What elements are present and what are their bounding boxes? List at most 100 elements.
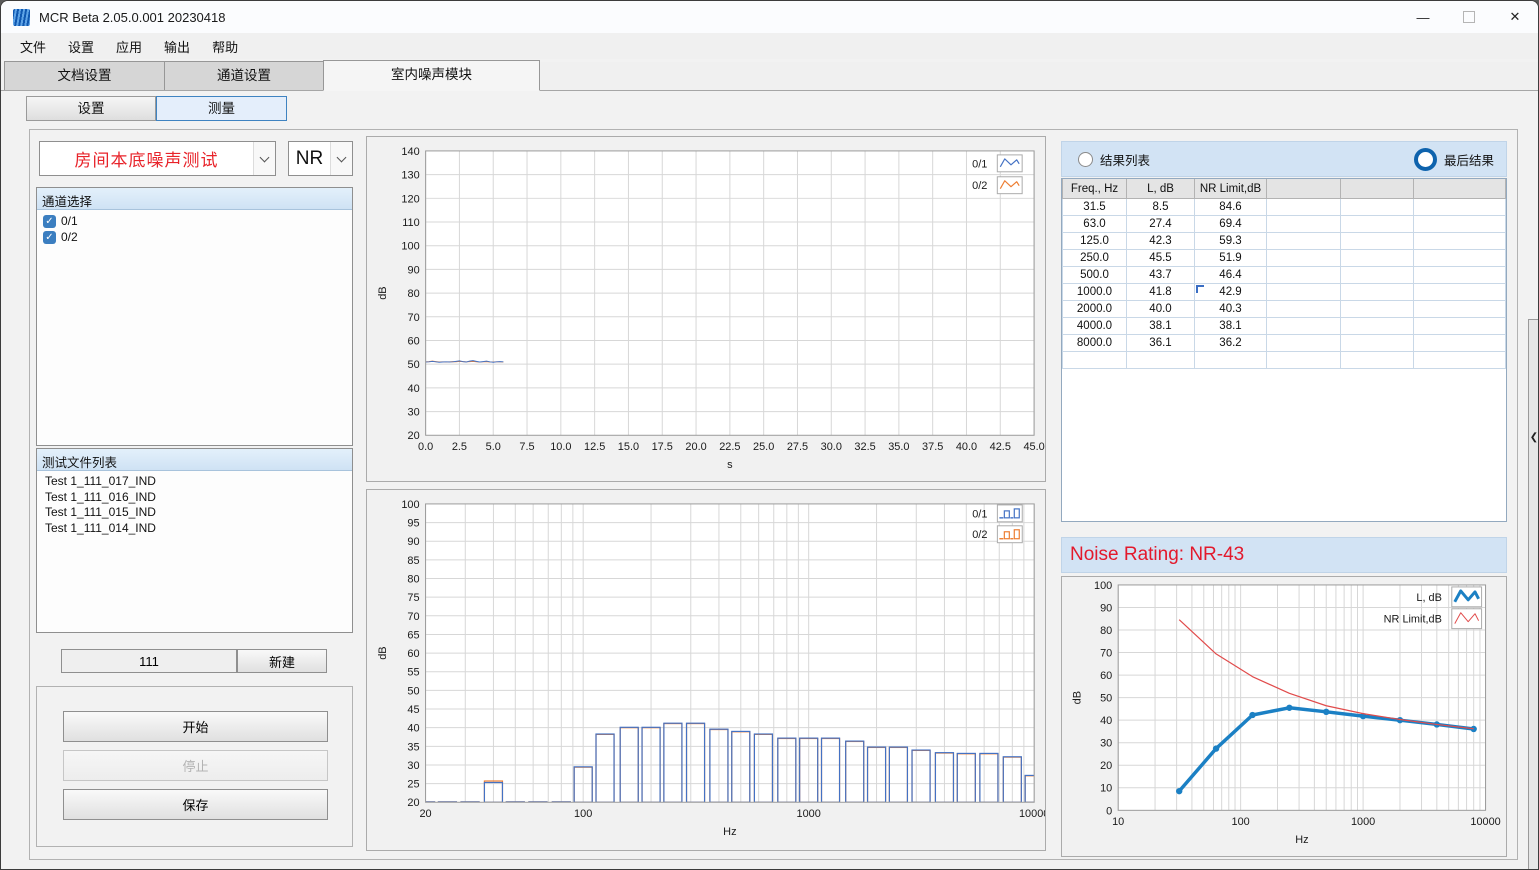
table-cell[interactable]: 2000.0: [1063, 301, 1127, 318]
radio-selected-icon[interactable]: [1414, 148, 1437, 171]
table-cell[interactable]: [1341, 233, 1414, 250]
result-list-radio-group[interactable]: 结果列表: [1078, 150, 1150, 169]
table-cell[interactable]: [1414, 267, 1506, 284]
table-cell[interactable]: 42.3: [1127, 233, 1195, 250]
tab-3[interactable]: 室内噪声模块: [323, 60, 540, 91]
table-cell[interactable]: [1414, 250, 1506, 267]
table-row[interactable]: 4000.038.138.1: [1063, 318, 1506, 335]
tab-1[interactable]: 文档设置: [4, 61, 165, 90]
table-cell[interactable]: 40.3: [1195, 301, 1267, 318]
table-cell[interactable]: [1267, 352, 1341, 369]
table-cell[interactable]: 250.0: [1063, 250, 1127, 267]
test-type-combo[interactable]: 房间本底噪声测试: [39, 141, 276, 176]
combo-arrow[interactable]: [330, 142, 352, 175]
table-cell[interactable]: [1267, 267, 1341, 284]
table-cell[interactable]: 84.6: [1195, 199, 1267, 216]
menu-item[interactable]: 帮助: [201, 34, 249, 59]
tab-2[interactable]: 通道设置: [164, 61, 324, 90]
table-cell[interactable]: [1341, 216, 1414, 233]
table-cell[interactable]: 27.4: [1127, 216, 1195, 233]
list-item[interactable]: Test 1_111_016_IND: [41, 490, 348, 506]
table-row[interactable]: 31.58.584.6: [1063, 199, 1506, 216]
tab-settings[interactable]: 设置: [26, 96, 156, 121]
list-item[interactable]: Test 1_111_017_IND: [41, 474, 348, 490]
checkbox-checked-icon[interactable]: ✓: [43, 231, 56, 244]
list-item[interactable]: Test 1_111_014_IND: [41, 521, 348, 537]
table-row[interactable]: 1000.041.842.9: [1063, 284, 1506, 301]
table-cell[interactable]: 8.5: [1127, 199, 1195, 216]
table-cell[interactable]: 38.1: [1127, 318, 1195, 335]
table-row[interactable]: 250.045.551.9: [1063, 250, 1506, 267]
minimize-button[interactable]: —: [1400, 1, 1446, 33]
table-cell[interactable]: 69.4: [1195, 216, 1267, 233]
table-cell[interactable]: 42.9: [1195, 284, 1267, 301]
table-cell[interactable]: [1267, 233, 1341, 250]
table-cell[interactable]: [1267, 335, 1341, 352]
new-button[interactable]: 新建: [237, 649, 327, 673]
table-row[interactable]: 8000.036.136.2: [1063, 335, 1506, 352]
table-cell[interactable]: 500.0: [1063, 267, 1127, 284]
table-cell[interactable]: [1341, 301, 1414, 318]
table-cell[interactable]: [1267, 250, 1341, 267]
table-cell[interactable]: 4000.0: [1063, 318, 1127, 335]
nr-combo[interactable]: NR: [288, 141, 353, 176]
table-cell[interactable]: [1267, 301, 1341, 318]
table-cell[interactable]: [1341, 284, 1414, 301]
table-cell[interactable]: [1341, 250, 1414, 267]
table-cell[interactable]: [1267, 284, 1341, 301]
table-cell[interactable]: 36.2: [1195, 335, 1267, 352]
table-cell[interactable]: [1063, 352, 1127, 369]
maximize-button[interactable]: [1446, 1, 1492, 33]
table-cell[interactable]: 31.5: [1063, 199, 1127, 216]
table-cell[interactable]: [1341, 352, 1414, 369]
table-cell[interactable]: 1000.0: [1063, 284, 1127, 301]
table-cell[interactable]: [1341, 199, 1414, 216]
menu-item[interactable]: 文件: [9, 34, 57, 59]
table-cell[interactable]: 59.3: [1195, 233, 1267, 250]
table-cell[interactable]: 125.0: [1063, 233, 1127, 250]
table-cell[interactable]: 43.7: [1127, 267, 1195, 284]
table-cell[interactable]: 38.1: [1195, 318, 1267, 335]
table-cell[interactable]: [1414, 284, 1506, 301]
table-cell[interactable]: [1414, 233, 1506, 250]
table-cell[interactable]: 8000.0: [1063, 335, 1127, 352]
table-cell[interactable]: 36.1: [1127, 335, 1195, 352]
menu-item[interactable]: 输出: [153, 34, 201, 59]
collapse-splitter[interactable]: ❮: [1528, 319, 1539, 870]
table-cell[interactable]: [1267, 216, 1341, 233]
table-row[interactable]: 63.027.469.4: [1063, 216, 1506, 233]
table-cell[interactable]: 51.9: [1195, 250, 1267, 267]
checkbox-checked-icon[interactable]: ✓: [43, 215, 56, 228]
table-cell[interactable]: 46.4: [1195, 267, 1267, 284]
table-row[interactable]: 500.043.746.4: [1063, 267, 1506, 284]
table-cell[interactable]: [1127, 352, 1195, 369]
list-item[interactable]: Test 1_111_015_IND: [41, 505, 348, 521]
table-cell[interactable]: [1267, 318, 1341, 335]
table-cell[interactable]: [1341, 335, 1414, 352]
table-cell[interactable]: [1341, 318, 1414, 335]
table-row[interactable]: [1063, 352, 1506, 369]
table-cell[interactable]: [1414, 335, 1506, 352]
table-cell[interactable]: [1414, 352, 1506, 369]
table-cell[interactable]: [1195, 352, 1267, 369]
table-cell[interactable]: 45.5: [1127, 250, 1195, 267]
file-name-input[interactable]: [61, 649, 237, 673]
table-cell[interactable]: 40.0: [1127, 301, 1195, 318]
table-row[interactable]: 125.042.359.3: [1063, 233, 1506, 250]
table-cell[interactable]: [1341, 267, 1414, 284]
radio-unselected-icon[interactable]: [1078, 152, 1093, 167]
save-button[interactable]: 保存: [63, 789, 328, 820]
table-cell[interactable]: [1414, 318, 1506, 335]
last-result-radio-group[interactable]: 最后结果: [1414, 148, 1494, 171]
combo-arrow[interactable]: [253, 142, 275, 175]
table-cell[interactable]: [1267, 199, 1341, 216]
close-button[interactable]: ✕: [1492, 1, 1538, 33]
channel-item[interactable]: ✓0/2: [41, 229, 348, 245]
menu-item[interactable]: 应用: [105, 34, 153, 59]
table-cell[interactable]: [1414, 301, 1506, 318]
channel-item[interactable]: ✓0/1: [41, 213, 348, 229]
menu-item[interactable]: 设置: [57, 34, 105, 59]
table-cell[interactable]: [1414, 199, 1506, 216]
table-row[interactable]: 2000.040.040.3: [1063, 301, 1506, 318]
start-button[interactable]: 开始: [63, 711, 328, 742]
